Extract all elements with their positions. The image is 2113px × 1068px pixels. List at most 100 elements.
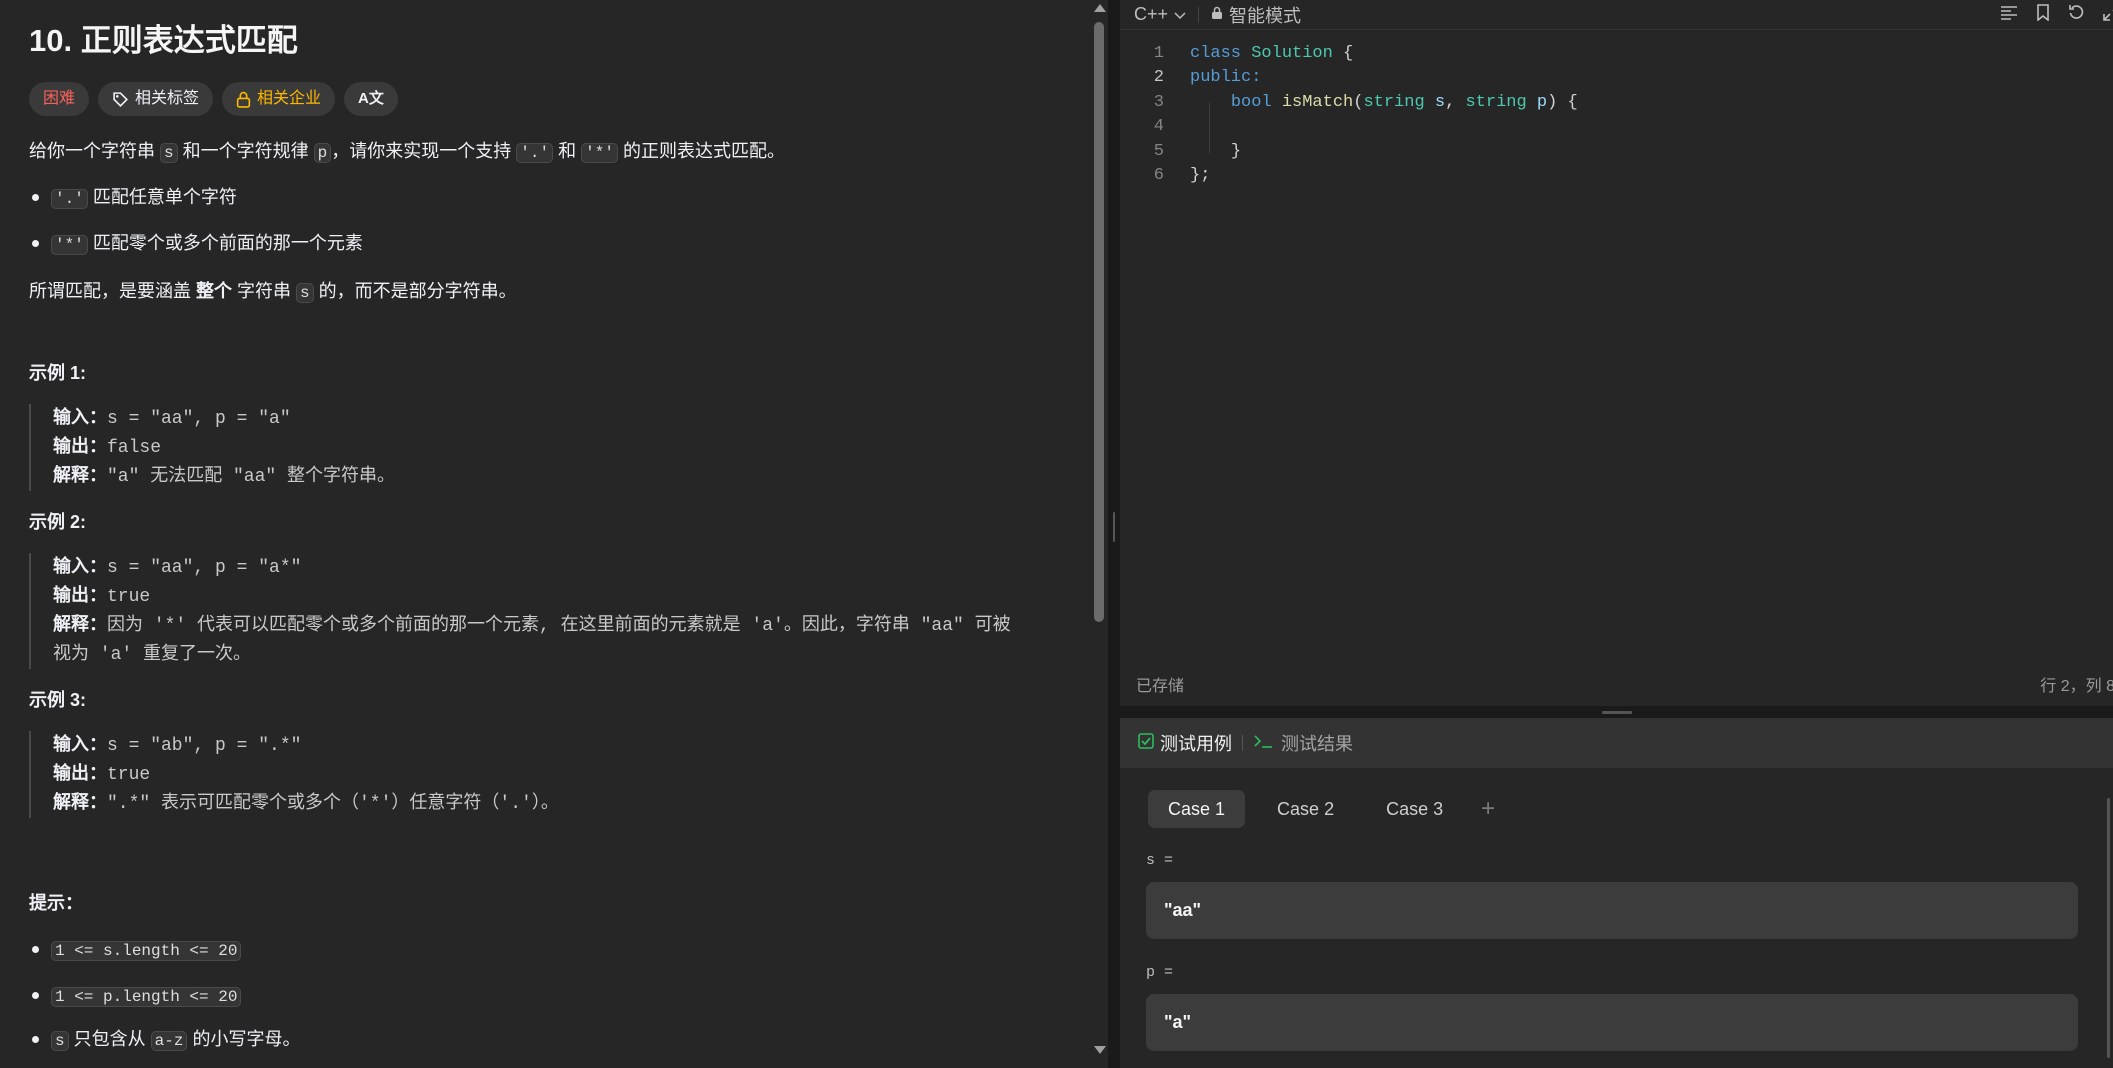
horizontal-splitter[interactable] — [1120, 706, 2113, 718]
language-label: C++ — [1134, 4, 1169, 24]
intro-text: 给你一个字符串 — [29, 141, 155, 161]
var-input-s[interactable]: "aa" — [1146, 882, 2078, 939]
line-number: 1 — [1153, 44, 1164, 63]
inline-code: '*' — [51, 235, 88, 255]
tag-row: 困难 相关标签 相关企业 A文 — [29, 82, 1069, 116]
example-title: 示例 3: — [29, 690, 87, 710]
example-block: 输入：s = "ab", p = ".*" 输出：true 解释：".*" 表示… — [29, 731, 1069, 818]
scroll-down-icon[interactable] — [1094, 1046, 1106, 1054]
var-input-p[interactable]: "a" — [1146, 994, 2078, 1051]
list-item: '.' 匹配任意单个字符 — [29, 182, 1069, 214]
list-item: s 只包含从 a-z 的小写字母。 — [29, 1024, 1069, 1056]
language-select[interactable]: C++ — [1134, 4, 1186, 25]
add-case-button[interactable]: + — [1481, 790, 1495, 828]
var-label-p: p = — [1146, 964, 1174, 981]
input-label: 输入： — [53, 407, 107, 427]
code-line: 6}; — [1120, 164, 2113, 188]
description-scrollbar[interactable] — [1090, 0, 1108, 1068]
example-explanation: 因为 '*' 代表可以匹配零个或多个前面的那一个元素, 在这里前面的元素就是 '… — [107, 616, 1011, 636]
rule-text: 匹配零个或多个前面的那一个元素 — [92, 233, 363, 253]
problem-title: 10. 正则表达式匹配 — [29, 23, 298, 58]
inline-code: p — [313, 143, 332, 163]
tab-label: 测试结果 — [1281, 734, 1353, 754]
code-token: ) { — [1547, 92, 1578, 112]
example-block: 输入：s = "aa", p = "a" 输出：false 解释："a" 无法匹… — [29, 404, 1069, 491]
divider — [1198, 6, 1200, 23]
scroll-up-icon[interactable] — [1094, 4, 1106, 12]
coverage-text: 所谓匹配，是要涵盖 — [29, 281, 191, 301]
description-panel: 10. 正则表达式匹配 困难 相关标签 相关企业 A文 给你一个字符串 s 和一… — [0, 0, 1108, 1068]
tab-testcases[interactable]: 测试用例 — [1138, 730, 1232, 756]
editor-toolbar: C++ 智能模式 — [1120, 0, 2113, 30]
intro-text: ，请你来实现一个支持 — [331, 141, 512, 161]
output-label: 输出： — [53, 436, 107, 456]
line-number: 6 — [1153, 165, 1164, 185]
tab-results[interactable]: 测试结果 — [1253, 730, 1353, 756]
code-token: public: — [1190, 68, 1262, 88]
inline-code: '.' — [516, 143, 554, 163]
scrollbar-thumb[interactable] — [1094, 22, 1104, 622]
case-tab-3[interactable]: Case 3 — [1366, 790, 1463, 828]
hints-list: 1 <= s.length <= 20 1 <= p.length <= 20 … — [29, 934, 1069, 1056]
problem-intro: 给你一个字符串 s 和一个字符规律 p ，请你来实现一个支持 '.' 和 '*' … — [29, 136, 1069, 168]
code-token: }; — [1190, 165, 1211, 185]
editor-tools — [2000, 0, 2113, 30]
inline-code: '.' — [51, 189, 88, 209]
translate-button[interactable]: A文 — [344, 82, 398, 116]
explain-label: 解释： — [53, 792, 107, 812]
bookmark-icon[interactable] — [2036, 4, 2050, 26]
smart-mode-button[interactable]: 智能模式 — [1211, 2, 1301, 28]
reset-icon[interactable] — [2068, 4, 2085, 26]
inline-code: s — [51, 1031, 69, 1051]
line-number: 3 — [1153, 92, 1164, 112]
scrollbar-thumb[interactable] — [2107, 798, 2110, 1058]
coverage-note: 所谓匹配，是要涵盖 整个 字符串 s 的，而不是部分字符串。 — [29, 276, 1069, 308]
output-label: 输出： — [53, 763, 107, 783]
code-token: s — [1434, 92, 1446, 112]
hint-text: 只包含从 — [73, 1029, 146, 1049]
output-label: 输出： — [53, 585, 107, 605]
code-area[interactable]: 1 class Solution { 2 public: 3 bool isMatc… — [1120, 42, 2113, 188]
testcase-scrollbar[interactable] — [2103, 768, 2113, 1068]
explain-label: 解释： — [53, 614, 107, 634]
code-token: string — [1363, 92, 1425, 112]
explain-label: 解释： — [53, 465, 107, 485]
coverage-bold: 整个 — [196, 281, 233, 301]
testcase-tabs: 测试用例 测试结果 — [1120, 718, 2113, 768]
code-token: Solution — [1251, 44, 1333, 63]
splitter-grip[interactable] — [1602, 711, 1632, 714]
example-explanation: ".*" 表示可匹配零个或多个（'*'）任意字符（'.'）。 — [107, 794, 559, 814]
inline-code: a-z — [150, 1031, 188, 1051]
case-tab-2[interactable]: Case 2 — [1257, 790, 1354, 828]
code-line: 3 bool isMatch(string s, string p) { — [1120, 91, 2113, 115]
list-item: '*' 匹配零个或多个前面的那一个元素 — [29, 228, 1069, 260]
divider — [1242, 735, 1243, 751]
related-companies-button[interactable]: 相关企业 — [222, 82, 336, 116]
chevron-down-icon — [1174, 4, 1186, 25]
coverage-text: 的，而不是部分字符串。 — [318, 281, 517, 301]
tab-label: 测试用例 — [1160, 734, 1232, 754]
vertical-splitter[interactable] — [1108, 0, 1120, 1068]
saved-status: 已存储 — [1136, 678, 1185, 695]
format-icon[interactable] — [2000, 5, 2018, 26]
example-output: true — [107, 765, 151, 785]
intro-text: 和一个字符规律 — [182, 141, 309, 161]
case-tab-1[interactable]: Case 1 — [1148, 790, 1246, 828]
lock-icon — [236, 91, 251, 108]
expand-icon[interactable] — [2103, 4, 2113, 26]
testcase-panel: 测试用例 测试结果 Case 1 Case 2 Case 3 + s = "aa… — [1120, 718, 2113, 1068]
splitter-grip[interactable] — [1113, 512, 1115, 542]
inline-code: s — [160, 143, 178, 163]
related-tags-button[interactable]: 相关标签 — [98, 82, 214, 116]
example-input: s = "aa", p = "a" — [107, 409, 291, 429]
example-title: 示例 2: — [29, 512, 87, 532]
example-title: 示例 1: — [29, 363, 87, 383]
code-token: p — [1536, 92, 1548, 112]
line-number: 5 — [1153, 141, 1164, 161]
indent-guide — [1209, 103, 1210, 153]
code-line: 2 public: — [1120, 66, 2113, 90]
example-explanation: "a" 无法匹配 "aa" 整个字符串。 — [107, 467, 396, 487]
list-item: 1 <= s.length <= 20 — [29, 934, 1069, 966]
difficulty-badge: 困难 — [29, 82, 90, 116]
code-line: 4 — [1120, 115, 2113, 139]
